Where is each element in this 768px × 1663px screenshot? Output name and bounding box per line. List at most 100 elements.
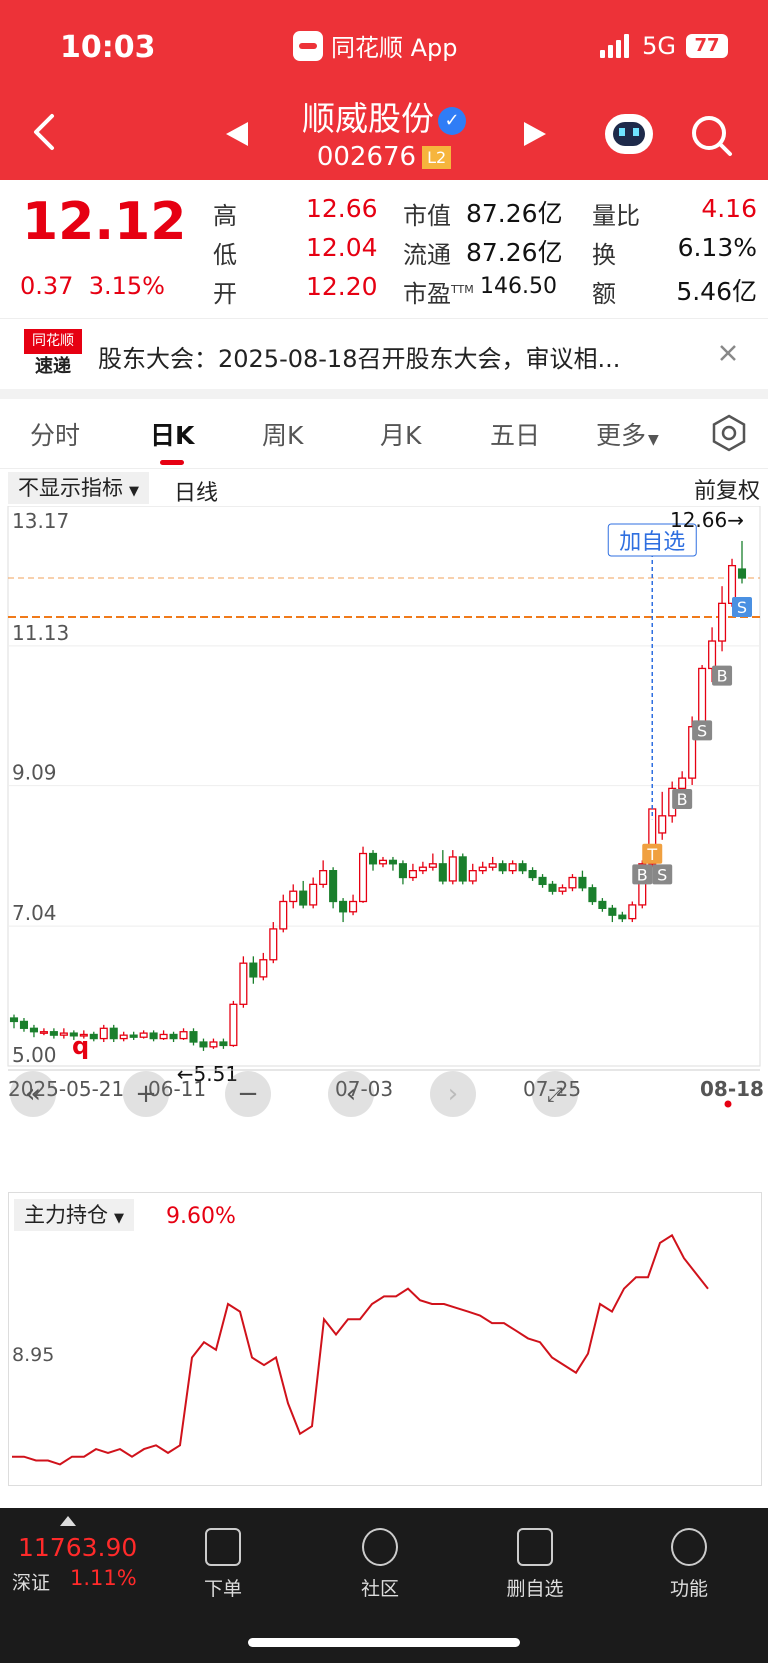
candle-body (468, 870, 477, 882)
scroll-right-icon[interactable]: › (430, 1071, 476, 1117)
mktcap-value: 87.26亿 (466, 199, 563, 228)
tab-daily-k[interactable]: 日K (150, 416, 194, 452)
candle-body (698, 667, 707, 728)
candle-body (508, 863, 517, 872)
home-indicator[interactable] (248, 1638, 520, 1647)
candle-body (718, 602, 727, 642)
tab-more[interactable]: 更多 ▼ (596, 416, 659, 452)
next-stock-icon[interactable] (522, 120, 548, 148)
trade-signal-letter: S (737, 598, 747, 617)
candle-body (349, 900, 358, 913)
status-app-indicator[interactable]: 同花顺 App (293, 28, 458, 63)
candle-body (319, 870, 328, 886)
candle-body (89, 1033, 98, 1040)
tab-underline (160, 460, 184, 465)
battery-icon: 77 (686, 34, 728, 58)
order-button[interactable]: 下单 (178, 1528, 268, 1601)
signal-icon (600, 34, 632, 58)
candle-body (209, 1041, 218, 1048)
dropdown-icon: ▼ (648, 432, 659, 448)
candle-body (558, 887, 567, 892)
change-percent: 3.15% (88, 272, 165, 300)
kline-chart[interactable]: 13.1711.139.097.045.00加自选12.66→←5.51qBTS… (0, 506, 768, 1136)
candle-body (299, 890, 308, 906)
zoom-out-icon[interactable]: − (225, 1071, 271, 1117)
remove-watchlist-icon (517, 1528, 553, 1566)
high-label: 高 (213, 202, 237, 230)
pe-value: 146.50 (480, 274, 557, 299)
scroll-left-icon[interactable]: ‹ (328, 1071, 374, 1117)
news-ticker[interactable]: 同花顺 速递 股东大会：2025-08-18召开股东大会，审议相... (0, 318, 768, 399)
candle-body (29, 1027, 38, 1033)
candle-body (179, 1031, 188, 1040)
chart-settings-icon[interactable] (710, 414, 748, 452)
candle-body (368, 852, 378, 865)
zoom-in-icon[interactable]: + (123, 1071, 169, 1117)
l2-badge: L2 (422, 146, 452, 169)
candle-body (359, 852, 368, 903)
trade-signal-letter: B (717, 667, 728, 686)
assistant-robot-icon[interactable] (605, 114, 653, 154)
tab-five-day[interactable]: 五日 (490, 416, 540, 452)
index-value[interactable]: 11763.90 (18, 1533, 137, 1562)
tab-intraday[interactable]: 分时 (30, 416, 80, 452)
network-label: 5G (642, 32, 676, 60)
high-marker: 12.66→ (670, 508, 744, 532)
functions-button[interactable]: 功能 (644, 1528, 734, 1601)
candle-body (229, 1003, 238, 1047)
candle-body (628, 904, 637, 920)
index-name: 深证 (12, 1572, 51, 1594)
candle-body (578, 876, 587, 889)
status-time: 10:03 (60, 30, 156, 65)
trade-signal-letter: B (637, 865, 648, 884)
dropdown-icon: ▼ (129, 484, 139, 499)
candle-body (588, 887, 597, 903)
candle-body (309, 883, 318, 906)
candle-body (428, 863, 437, 868)
low-label: 低 (213, 241, 237, 269)
open-label: 开 (213, 280, 237, 308)
period-label: 日线 (174, 481, 219, 506)
functions-label: 功能 (669, 1578, 708, 1600)
y-tick-label: 13.17 (12, 509, 69, 533)
current-price: 12.12 (22, 192, 187, 252)
adjust-mode[interactable]: 前复权 (694, 473, 760, 505)
float-value: 87.26亿 (466, 238, 563, 267)
candle-body (548, 883, 557, 892)
low-value: 12.04 (306, 233, 378, 262)
trade-signal-letter: B (677, 790, 688, 809)
candle-body (119, 1034, 128, 1040)
candle-body (249, 962, 258, 978)
volume-ratio-label: 量比 (592, 202, 640, 230)
period-tabs: 分时 日K 周K 月K 五日 更多 ▼ (0, 398, 768, 469)
candle-body (9, 1017, 19, 1023)
functions-icon (671, 1528, 707, 1566)
trade-signal-letter: S (697, 721, 707, 740)
search-icon[interactable] (690, 114, 734, 158)
candle-body (528, 870, 537, 879)
turnover-label: 换 (592, 241, 616, 269)
candle-body (259, 959, 268, 978)
candle-body (448, 856, 457, 882)
remove-watchlist-button[interactable]: 删自选 (490, 1528, 580, 1601)
expand-up-icon[interactable] (60, 1516, 76, 1526)
indicator-axis-label: 8.95 (12, 1344, 54, 1366)
candle-body (608, 907, 617, 916)
news-text[interactable]: 股东大会：2025-08-18召开股东大会，审议相... (98, 339, 620, 374)
fullscreen-icon[interactable]: ⤢ (532, 1071, 578, 1117)
candle-body (538, 876, 547, 886)
candle-body (59, 1032, 68, 1036)
candle-body (658, 815, 667, 834)
candle-body (618, 914, 627, 920)
zoom-out-all-icon[interactable]: « (10, 1071, 56, 1117)
status-indicators: 5G 77 (600, 32, 728, 60)
community-button[interactable]: 社区 (335, 1528, 425, 1601)
tab-weekly-k[interactable]: 周K (262, 416, 303, 452)
indicator-selector[interactable]: 不显示指标 ▼ (8, 472, 149, 504)
community-icon (362, 1528, 398, 1566)
close-icon[interactable] (718, 343, 738, 363)
candle-body (289, 890, 298, 903)
stock-name: 顺威股份 (302, 99, 434, 138)
candle-body (498, 863, 507, 872)
tab-monthly-k[interactable]: 月K (380, 416, 421, 452)
